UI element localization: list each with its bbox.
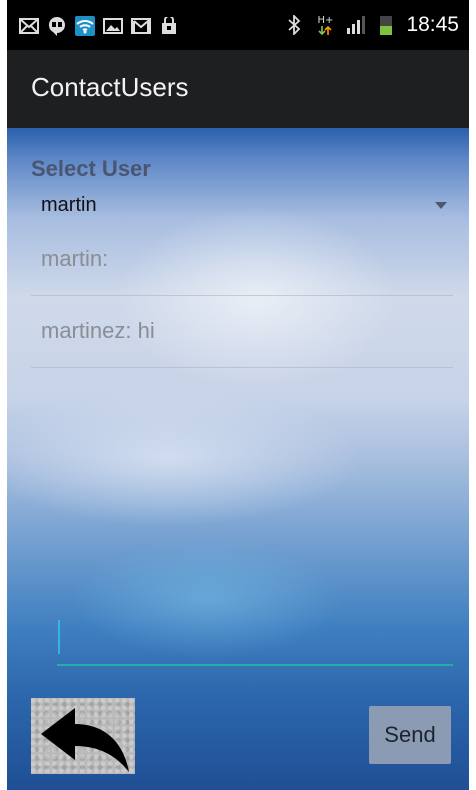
- notification-icons: [19, 14, 179, 38]
- text-cursor: [58, 620, 60, 654]
- action-bar: ContactUsers: [7, 50, 469, 128]
- message-text: martin:: [41, 246, 109, 271]
- bluetooth-icon: [284, 15, 304, 35]
- phone-screen: H+ 18:45 ContactUsers Select User martin…: [7, 0, 469, 790]
- select-user-label: Select User: [31, 156, 151, 181]
- list-item[interactable]: martinez: hi: [31, 296, 453, 368]
- signal-icon: [346, 15, 366, 35]
- wifi-icon: [75, 16, 95, 36]
- status-bar: H+ 18:45: [7, 0, 469, 50]
- spinner-selected-value: martin: [41, 194, 97, 216]
- gallery-icon: [103, 16, 123, 36]
- user-spinner[interactable]: martin: [31, 190, 453, 224]
- dropdown-arrow-icon: [435, 202, 447, 209]
- main-content: Select User martin martin: martinez: hi …: [7, 128, 469, 790]
- message-text: martinez: hi: [41, 318, 155, 343]
- network-type-label: H+: [317, 15, 334, 26]
- hangouts-icon: [47, 16, 67, 36]
- mail-icon: [19, 16, 39, 36]
- message-input[interactable]: [57, 608, 453, 668]
- status-time: 18:45: [406, 13, 459, 36]
- back-button[interactable]: [31, 698, 135, 774]
- list-item[interactable]: martin:: [31, 224, 453, 296]
- data-transfer-icon: H+: [314, 15, 336, 35]
- system-icons: H+ 18:45: [284, 12, 459, 38]
- input-underline: [57, 664, 453, 666]
- battery-icon: [376, 15, 396, 35]
- reply-arrow-icon: [41, 708, 129, 772]
- shopping-bag-icon: [159, 16, 179, 36]
- send-button[interactable]: Send: [369, 706, 451, 764]
- send-button-label: Send: [384, 722, 436, 747]
- message-list: martin: martinez: hi: [31, 224, 453, 368]
- app-title: ContactUsers: [31, 72, 189, 102]
- gmail-icon: [131, 16, 151, 36]
